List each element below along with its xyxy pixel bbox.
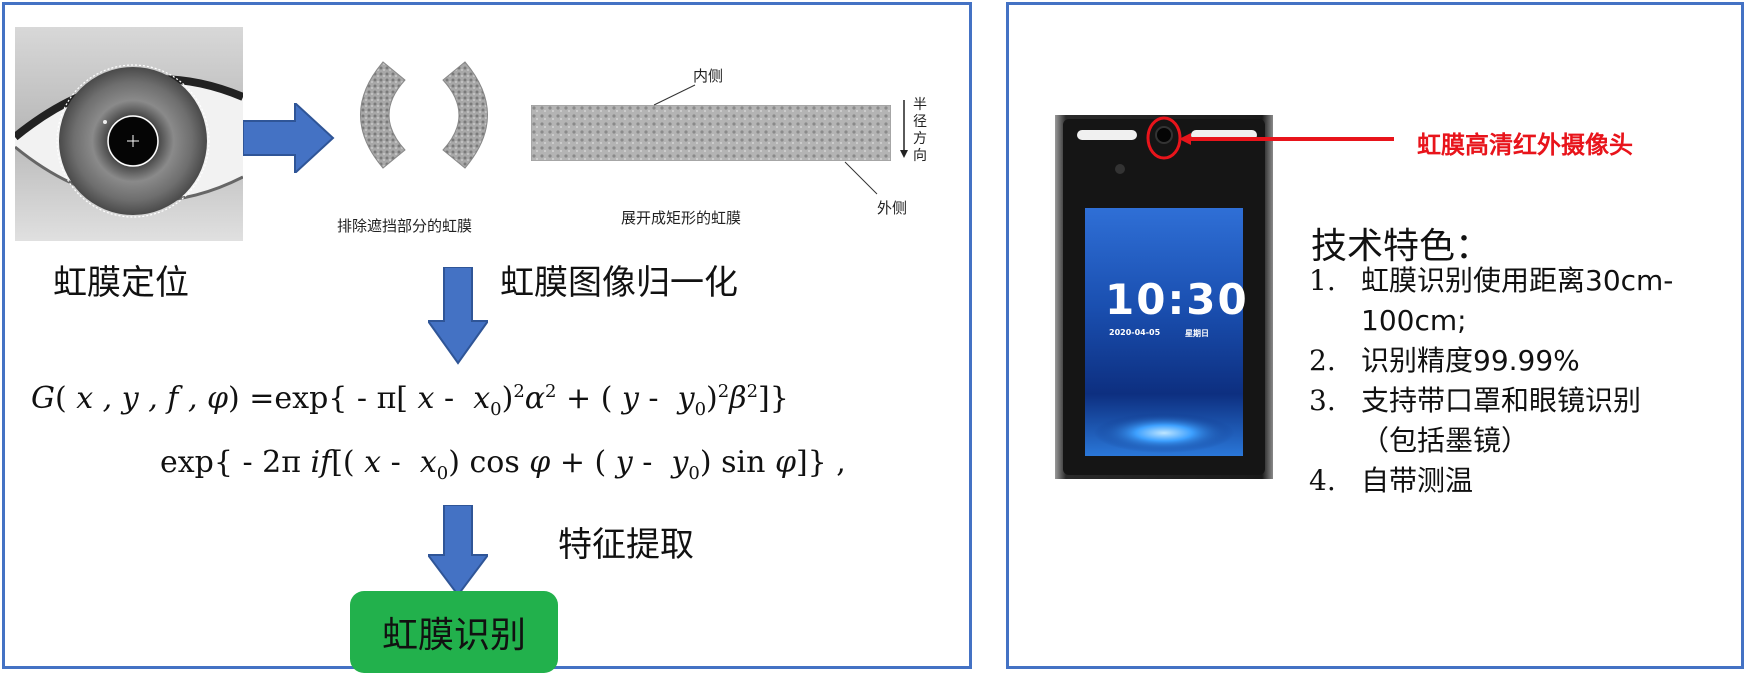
excluded-iris-label: 排除遮挡部分的虹膜	[337, 217, 473, 235]
device-time: 10:30	[1105, 275, 1249, 324]
feature-item: 1. 虹膜识别使用距离30cm-	[1309, 264, 1674, 297]
unfolded-iris-label: 展开成矩形的虹膜	[621, 209, 742, 227]
device-date: 2020-04-05	[1109, 328, 1161, 337]
excluded-iris-image	[343, 60, 505, 170]
outer-pointer	[843, 160, 883, 202]
iris-recognize-box: 虹膜识别	[350, 591, 558, 673]
iris-process-panel: 排除遮挡部分的虹膜 内侧 展开成矩形的虹膜 外侧 半径方向 虹膜定位 虹膜图像归…	[2, 2, 972, 673]
gabor-formula-line1: G( x , y , f , φ) =exp{ - π[ x - x0)2α2 …	[31, 381, 789, 420]
radial-direction-label: 半径方向	[913, 97, 927, 164]
device-panel: 10:30 2020-04-05 星期日 虹膜高清红外摄像头 技术特色： 1. …	[1006, 2, 1744, 669]
iris-normalize-label: 虹膜图像归一化	[500, 263, 738, 303]
feature-item: 4. 自带测温	[1309, 464, 1474, 497]
features-list: 1. 虹膜识别使用距离30cm- 100cm; 2. 识别精度99.99% 3.…	[1309, 261, 1739, 501]
down-arrow-1	[426, 266, 490, 369]
iris-locate-label: 虹膜定位	[53, 263, 189, 303]
right-arrow	[242, 100, 335, 177]
feature-item-cont: 100cm;	[1361, 304, 1467, 337]
down-arrow-2	[426, 504, 490, 601]
feature-item: 3. 支持带口罩和眼镜识别	[1309, 384, 1642, 417]
eye-image	[12, 27, 245, 241]
radial-arrow	[899, 100, 909, 164]
inner-pointer	[650, 83, 700, 111]
feature-extract-label: 特征提取	[558, 525, 694, 565]
device-weekday: 星期日	[1185, 329, 1209, 338]
camera-label: 虹膜高清红外摄像头	[1417, 131, 1633, 159]
iris-device: 10:30 2020-04-05 星期日	[1055, 115, 1273, 479]
feature-item-cont: （包括墨镜）	[1361, 424, 1530, 457]
unfolded-iris-image	[530, 104, 892, 162]
iris-recognize-label: 虹膜识别	[381, 615, 526, 656]
feature-item: 2. 识别精度99.99%	[1309, 344, 1580, 377]
gabor-formula-line2: exp{ - 2π if[( x - x0) cos φ + ( y - y0)…	[160, 445, 846, 484]
camera-pointer-arrow	[1179, 131, 1399, 151]
